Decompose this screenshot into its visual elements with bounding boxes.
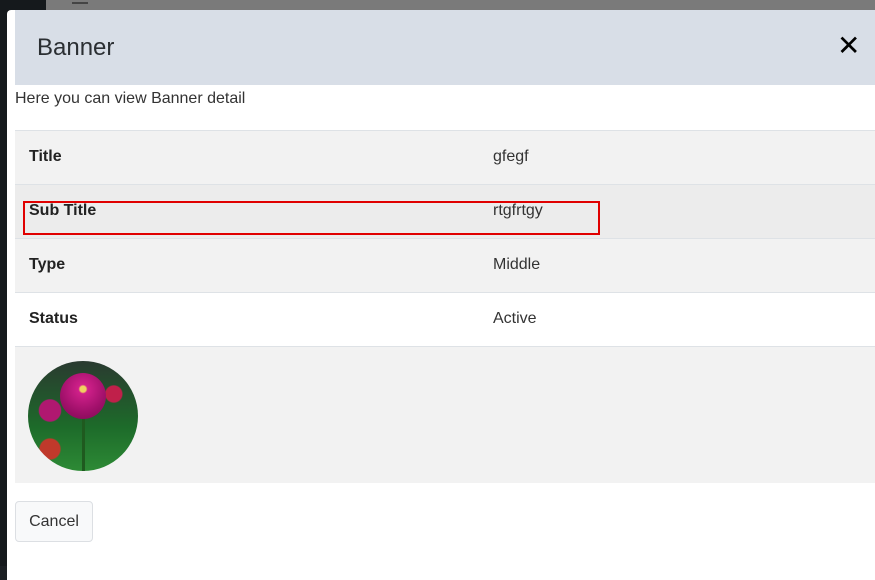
detail-row-type: Type Middle (15, 238, 875, 292)
menu-dash (72, 2, 88, 4)
close-icon[interactable]: ✕ (837, 32, 860, 60)
modal-title: Banner (37, 34, 115, 61)
modal-header: Banner ✕ (15, 10, 875, 85)
modal-description: Here you can view Banner detail (15, 90, 246, 107)
banner-image (28, 361, 138, 471)
row-label: Status (29, 310, 78, 327)
banner-image-row (15, 346, 875, 483)
row-label: Type (29, 256, 66, 273)
row-value: gfegf (493, 148, 529, 165)
flower-stem (82, 417, 85, 471)
cancel-button[interactable]: Cancel (15, 501, 93, 542)
flower-head (60, 373, 106, 419)
row-value: Middle (493, 256, 541, 273)
banner-detail-modal: Banner ✕ Here you can view Banner detail… (7, 10, 875, 580)
row-value: Active (493, 310, 537, 327)
detail-row-title: Title gfegf (15, 130, 875, 184)
detail-row-status: Status Active (15, 292, 875, 346)
highlight-box (23, 201, 600, 235)
row-label: Title (29, 148, 62, 165)
